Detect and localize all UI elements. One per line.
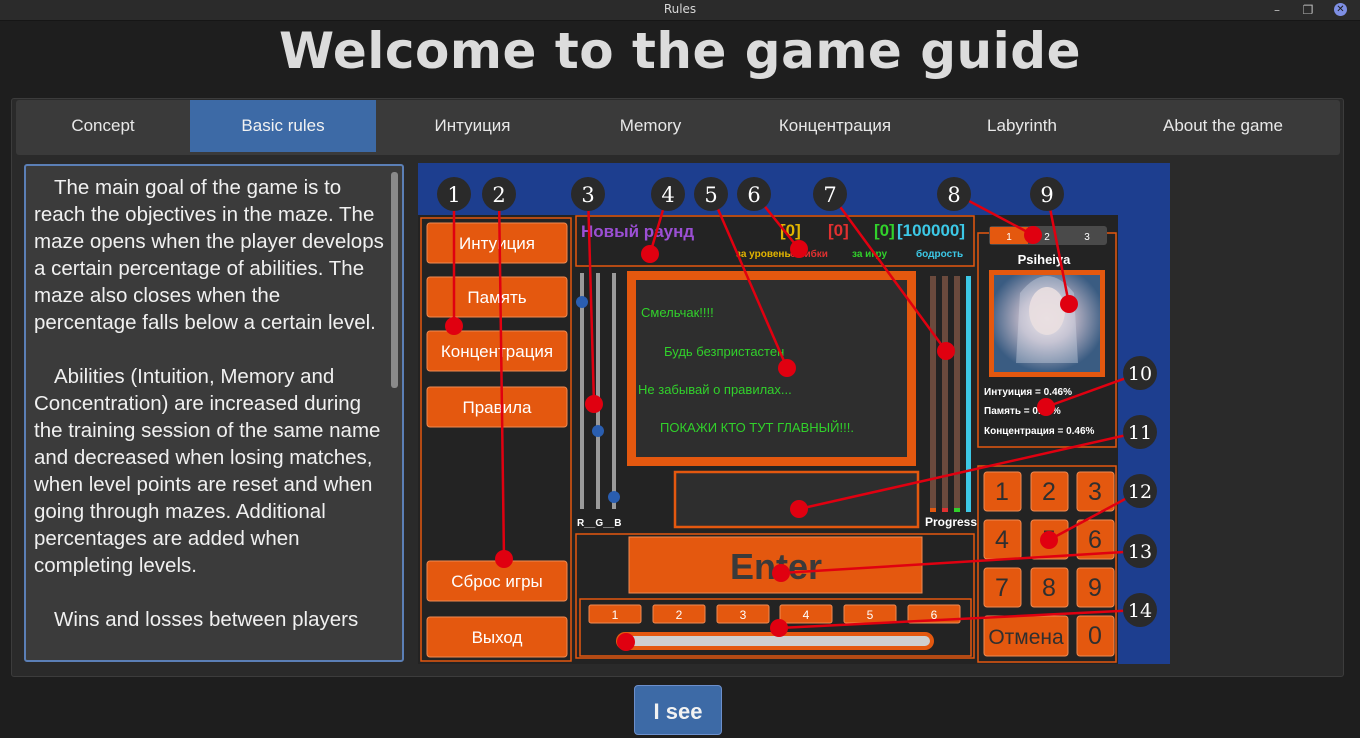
slider-label: R__G__B bbox=[577, 518, 621, 529]
marker-9: 9 bbox=[1040, 183, 1053, 207]
slider-r-track bbox=[580, 273, 584, 509]
key-1: 1 bbox=[995, 478, 1009, 506]
counter-label-energy: бодрость bbox=[916, 248, 963, 260]
tab-labyrinth[interactable]: Labyrinth bbox=[938, 100, 1106, 152]
game-screenshot-illustration: Интуиция Память Концентрация Правила Сбр… bbox=[418, 163, 1170, 664]
restore-icon[interactable]: ❐ bbox=[1299, 1, 1317, 19]
progress-bar-1 bbox=[930, 276, 936, 512]
menu-button-intuition-label: Интуиция bbox=[459, 234, 535, 253]
tab-intuition[interactable]: Интуиция bbox=[376, 100, 569, 152]
slider-b-thumb bbox=[608, 491, 620, 503]
level-button-3-label: 3 bbox=[740, 608, 747, 622]
progress-label: Progress bbox=[925, 515, 977, 529]
menu-button-memory-label: Память bbox=[467, 288, 526, 307]
level-button-5-label: 5 bbox=[867, 608, 874, 622]
menu-button-concentration-label: Концентрация bbox=[441, 342, 553, 361]
progress-bar-4 bbox=[966, 276, 971, 512]
tab-concentration[interactable]: Концентрация bbox=[732, 100, 938, 152]
player-name: Psiheiya bbox=[1018, 252, 1072, 267]
player-tab-1-label: 1 bbox=[1006, 232, 1012, 243]
key-9: 9 bbox=[1088, 574, 1102, 602]
message-4: ПОКАЖИ КТО ТУТ ГЛАВНЫЙ!!!. bbox=[660, 420, 854, 435]
level-button-2-label: 2 bbox=[676, 608, 683, 622]
answer-input bbox=[673, 470, 920, 529]
level-slider-fill bbox=[622, 636, 930, 646]
slider-r-thumb bbox=[576, 296, 588, 308]
minimize-icon[interactable]: – bbox=[1268, 1, 1286, 19]
rules-paragraph: Abilities (Intuition, Memory and Concent… bbox=[34, 365, 381, 577]
marker-7: 7 bbox=[823, 183, 836, 207]
slider-b-track bbox=[612, 273, 616, 509]
marker-4: 4 bbox=[661, 183, 674, 207]
key-8: 8 bbox=[1042, 574, 1056, 602]
key-7: 7 bbox=[995, 574, 1009, 602]
stat-concentration: Концентрация = 0.46% bbox=[984, 426, 1095, 437]
counter-label-level: за уровень bbox=[736, 249, 791, 260]
marker-12: 12 bbox=[1128, 481, 1152, 503]
slider-g-thumb bbox=[592, 425, 604, 437]
marker-1: 1 bbox=[447, 183, 460, 207]
marker-10: 10 bbox=[1128, 363, 1152, 385]
key-6: 6 bbox=[1088, 526, 1102, 554]
text-scrollbar[interactable] bbox=[391, 172, 398, 388]
reset-game-label: Сброс игры bbox=[451, 572, 543, 591]
menu-button-rules-label: Правила bbox=[462, 398, 532, 417]
marker-6: 6 bbox=[747, 183, 760, 207]
message-2: Будь безпристастен bbox=[664, 344, 784, 359]
tab-bar: Concept Basic rules Интуиция Memory Конц… bbox=[16, 100, 1340, 155]
key-3: 3 bbox=[1088, 478, 1102, 506]
marker-14: 14 bbox=[1128, 600, 1152, 622]
round-label: Новый раунд bbox=[581, 222, 694, 241]
close-icon[interactable]: ✕ bbox=[1334, 3, 1347, 16]
marker-2: 2 bbox=[492, 183, 505, 207]
rules-paragraph: The main goal of the game is to reach th… bbox=[34, 176, 384, 334]
stat-intuition: Интуиция = 0.46% bbox=[984, 387, 1072, 398]
message-1: Смельчак!!!! bbox=[641, 305, 714, 320]
counter-game: [0] bbox=[874, 221, 895, 240]
player-tab-3-label: 3 bbox=[1084, 232, 1090, 243]
slider-g-track bbox=[596, 273, 600, 509]
tab-memory[interactable]: Memory bbox=[569, 100, 732, 152]
marker-8: 8 bbox=[947, 183, 960, 207]
cancel-key-label: Отмена bbox=[988, 626, 1064, 649]
rules-text-content: The main goal of the game is to reach th… bbox=[26, 166, 402, 633]
marker-13: 13 bbox=[1128, 541, 1152, 563]
marker-11: 11 bbox=[1128, 422, 1152, 444]
window-titlebar: Rules – ❐ ✕ bbox=[0, 0, 1360, 21]
exit-button-label: Выход bbox=[472, 628, 523, 647]
tab-concept[interactable]: Concept bbox=[16, 100, 190, 152]
marker-5: 5 bbox=[704, 183, 717, 207]
marker-3: 3 bbox=[581, 183, 594, 207]
i-see-button-label: I see bbox=[653, 699, 703, 724]
tab-about-the-game[interactable]: About the game bbox=[1106, 100, 1340, 152]
player-tab-2-label: 2 bbox=[1044, 232, 1050, 243]
tab-basic-rules[interactable]: Basic rules bbox=[190, 100, 376, 152]
zero-key-label: 0 bbox=[1088, 622, 1102, 650]
page-title: Welcome to the game guide bbox=[279, 22, 1081, 80]
rules-paragraph: Wins and losses between players bbox=[54, 608, 359, 631]
counter-label-game: за игру bbox=[852, 249, 887, 260]
rules-text-area[interactable]: The main goal of the game is to reach th… bbox=[24, 164, 404, 662]
counter-errors: [0] bbox=[828, 221, 849, 240]
progress-bar-3 bbox=[954, 276, 960, 512]
key-2: 2 bbox=[1042, 478, 1056, 506]
message-3: Не забывай о правилах... bbox=[638, 382, 792, 397]
level-button-4-label: 4 bbox=[803, 608, 810, 622]
counter-energy: [100000] bbox=[897, 221, 965, 240]
key-4: 4 bbox=[995, 526, 1009, 554]
i-see-button[interactable]: I see bbox=[634, 685, 722, 735]
level-button-1-label: 1 bbox=[612, 608, 619, 622]
window-title: Rules bbox=[663, 2, 697, 16]
